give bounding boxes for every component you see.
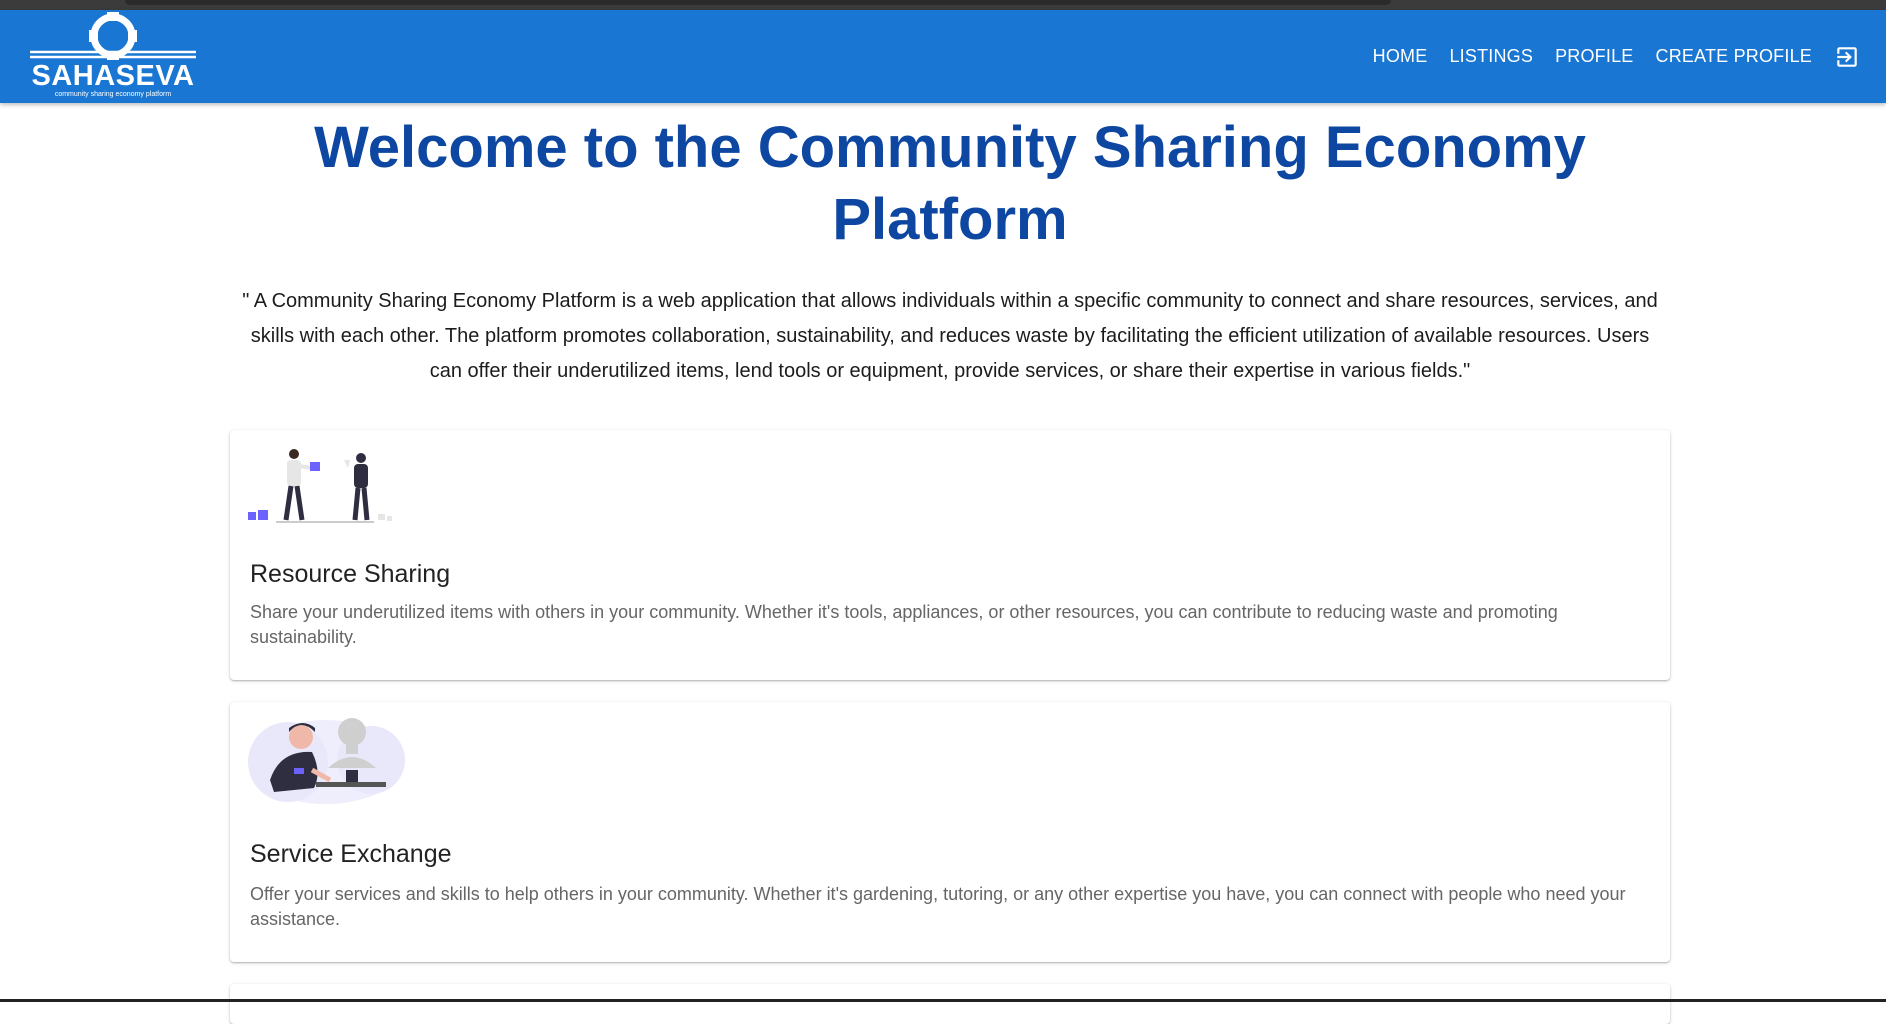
browser-top-strip xyxy=(0,0,1886,10)
nav-listings[interactable]: LISTINGS xyxy=(1449,46,1533,67)
logout-icon[interactable] xyxy=(1834,44,1860,70)
main-nav: HOME LISTINGS PROFILE CREATE PROFILE xyxy=(1351,10,1860,103)
card-title: Resource Sharing xyxy=(250,560,451,588)
nav-profile[interactable]: PROFILE xyxy=(1555,46,1633,67)
brand-name: SAHASEVA xyxy=(31,60,195,92)
card-description: Offer your services and skills to help o… xyxy=(250,884,1626,929)
nav-home[interactable]: HOME xyxy=(1373,46,1428,67)
nav-create-profile[interactable]: CREATE PROFILE xyxy=(1656,46,1813,67)
people-sharing-illustration xyxy=(248,449,392,523)
sculptor-illustration xyxy=(248,718,405,804)
page-title: Welcome to the Community Sharing Economy… xyxy=(314,115,1586,252)
brand-tagline: community sharing economy platform xyxy=(54,91,172,98)
card-service-exchange: Service Exchange Offer your services and… xyxy=(230,702,1670,962)
intro-text: " A Community Sharing Economy Platform i… xyxy=(242,290,1658,382)
card-title: Service Exchange xyxy=(250,840,452,868)
card-description: Share your underutilized items with othe… xyxy=(250,602,1558,647)
app-bar: SAHASEVA community sharing economy platf… xyxy=(0,10,1886,103)
card-partial xyxy=(230,984,1670,1024)
browser-tab-strip xyxy=(125,0,1391,5)
card-resource-sharing: Resource Sharing Share your underutilize… xyxy=(230,430,1670,680)
brand-logo[interactable]: SAHASEVA community sharing economy platf… xyxy=(28,12,198,102)
